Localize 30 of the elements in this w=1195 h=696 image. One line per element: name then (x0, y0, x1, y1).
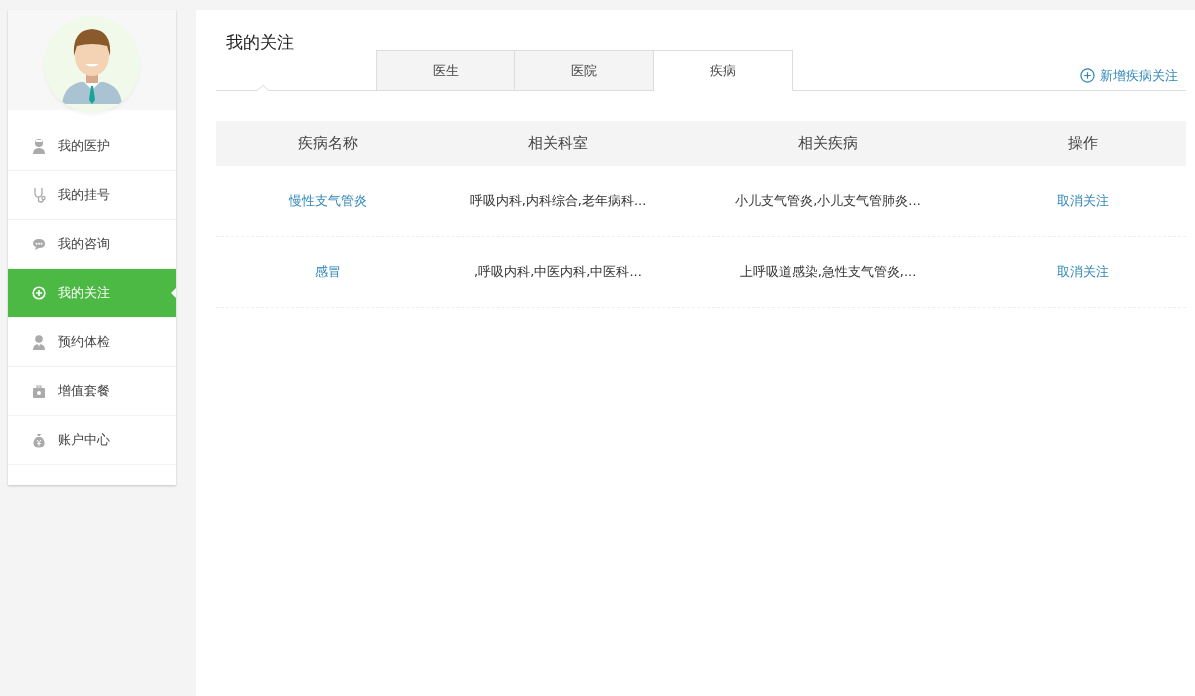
column-header: 疾病名称 (298, 134, 358, 153)
disease-link[interactable]: 感冒 (315, 264, 341, 280)
medical-kit-icon (32, 383, 46, 399)
disease-link[interactable]: 慢性支气管炎 (289, 193, 367, 209)
plus-circle-icon (32, 285, 46, 301)
add-disease-link[interactable]: 新增疾病关注 (1080, 65, 1178, 85)
unfollow-link[interactable]: 取消关注 (1057, 193, 1109, 209)
unfollow-link[interactable]: 取消关注 (1057, 264, 1109, 280)
sidebar-item[interactable]: 增值套餐 (8, 367, 176, 416)
tab[interactable]: 疾病 (654, 50, 793, 91)
money-bag-icon (32, 432, 46, 448)
table-cell: ,呼吸内科,中医内科,中医科... (474, 264, 642, 280)
sidebar-item[interactable]: 账户中心 (8, 416, 176, 465)
page-title: 我的关注 (226, 31, 295, 54)
plus-circle-icon (1080, 67, 1095, 83)
table-cell: 上呼吸道感染,急性支气管炎,... (739, 264, 917, 280)
chat-bubble-icon (32, 236, 46, 252)
column-header: 操作 (1068, 134, 1098, 153)
sidebar-item[interactable]: 我的医护 (8, 122, 176, 171)
column-header: 相关科室 (528, 134, 588, 153)
tab[interactable]: 医生 (376, 50, 515, 90)
doctor-icon (32, 334, 46, 350)
column-header: 相关疾病 (798, 134, 858, 153)
nurse-icon (32, 138, 46, 154)
table-cell: 呼吸内科,内科综合,老年病科... (469, 193, 647, 209)
stethoscope-icon (32, 187, 46, 203)
tab[interactable]: 医院 (515, 50, 654, 90)
sidebar-item[interactable]: 我的挂号 (8, 171, 176, 220)
table-cell: 小儿支气管炎,小儿支气管肺炎... (735, 193, 921, 209)
sidebar-item[interactable]: 预约体检 (8, 318, 176, 367)
